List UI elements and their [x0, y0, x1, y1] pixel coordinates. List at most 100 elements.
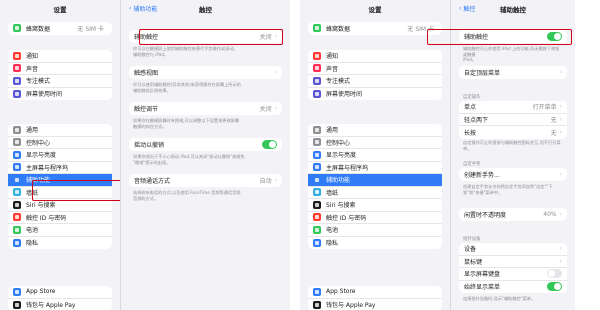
audio-routing-row[interactable]: 音频通话方式 自动 › [129, 174, 282, 187]
sidebar-item[interactable]: 声音 [8, 63, 112, 75]
sidebar-group-notifications: 通知 声音 专注模式屏幕使用时间 [8, 50, 112, 100]
hand-icon [313, 238, 321, 247]
sidebar-item[interactable]: 专注模式 [8, 75, 112, 88]
sidebar-item-label: 通知 [326, 53, 339, 61]
sidebar-item[interactable]: Siri 与搜索 [308, 199, 442, 212]
pointer-devices-group: 设备 › 鼠标键 › 显示屏幕键盘 始终显示菜单 [459, 243, 567, 293]
audio-routing-group: 音频通话方式 自动 › [129, 174, 282, 187]
sidebar-item[interactable]: 通用 [308, 124, 442, 137]
bell-icon [313, 51, 321, 60]
devices-row[interactable]: 设备 › [459, 243, 567, 256]
section-pointer-devices: 指针设备 [463, 237, 481, 242]
fingerprint-icon [313, 213, 321, 222]
sidebar-item-label: 电池 [326, 227, 339, 235]
sidebar-item-label: 声音 [326, 65, 339, 73]
settings-sidebar-right: 设置 蜂窝数据 无 SIM 卡 通知 声音 专注模式 屏幕使用时间 通用 控制中心 显示与… [300, 0, 450, 310]
battery-icon [313, 225, 321, 234]
hourglass-icon [313, 89, 321, 98]
sidebar-item-label: 屏幕使用时间 [26, 91, 63, 99]
battery-icon [13, 225, 21, 234]
sidebar-item[interactable]: 通用 [8, 124, 112, 137]
sidebar-item[interactable]: 屏幕使用时间 [8, 88, 112, 101]
customize-top-menu-row[interactable]: 自定顶层菜单 › [459, 66, 567, 79]
shake-to-undo-toggle[interactable] [262, 139, 277, 149]
mouse-keys-row[interactable]: 鼠标键 › [459, 256, 567, 268]
sidebar-item[interactable]: 专注模式 [308, 75, 442, 88]
sidebar-item[interactable]: 主屏幕与程序坞 [308, 162, 442, 174]
sidebar-item-label: 屏幕使用时间 [326, 91, 363, 99]
hand-icon [13, 238, 21, 247]
cellular-group: 蜂窝数据 无 SIM 卡 [8, 22, 112, 35]
touch-accommodations-row[interactable]: 触控调节 关闭 › [129, 102, 282, 115]
sidebar-item[interactable]: 辅助功能 [308, 174, 442, 187]
onscreen-keyboard-toggle[interactable] [547, 269, 562, 279]
long-press-row[interactable]: 长按 无 › [459, 126, 567, 139]
wallet-icon [313, 300, 321, 309]
haptic-note: 你可以使用辅助触控(而非其他)来获得操作在屏幕上所示的 辅助触觉反馈效果。 [133, 82, 241, 93]
sidebar-item[interactable]: 墙纸 [308, 187, 442, 199]
siri-icon [13, 200, 21, 209]
gear-icon [13, 125, 21, 134]
double-tap-row[interactable]: 轻点两下 无 › [459, 114, 567, 126]
sidebar-item[interactable]: 电池 [308, 224, 442, 237]
sidebar-group-store: App Store 钱包与 Apple Pay [308, 286, 442, 310]
chevron-right-icon: › [559, 115, 562, 123]
toggles-icon [13, 138, 21, 147]
appstore-icon [13, 287, 21, 296]
moon-icon [13, 76, 21, 85]
sidebar-item[interactable]: 显示与亮度 [8, 149, 112, 162]
haptic-touch-row[interactable]: 触感视图 › [129, 66, 282, 79]
sidebar-group-general: 通用 控制中心 显示与亮度主屏幕与程序坞辅助功能 墙纸 Siri 与搜索 触控 ID 与密… [308, 124, 442, 249]
single-tap-row[interactable]: 单点 打开菜单 › [459, 101, 567, 114]
create-gesture-row[interactable]: 创建新手势... › [459, 168, 567, 181]
sidebar-item-label: 主屏幕与程序坞 [26, 164, 69, 172]
speaker-icon [13, 64, 21, 73]
sun-icon [313, 150, 321, 159]
section-custom-gestures: 自定手势 [463, 162, 481, 167]
sidebar-item[interactable]: 电池 [8, 224, 112, 237]
custom-menu-group: 自定顶层菜单 › [459, 66, 567, 79]
flower-icon [313, 188, 321, 197]
sidebar-item-label: 通用 [26, 127, 39, 135]
sidebar-item[interactable]: 显示与亮度 [308, 149, 442, 162]
sidebar-item[interactable]: App Store [308, 286, 442, 299]
sidebar-item[interactable]: 通知 [8, 50, 112, 63]
flower-icon [13, 188, 21, 197]
chevron-right-icon: › [274, 68, 277, 76]
sidebar-item-label: 专注模式 [326, 78, 351, 86]
sidebar-item-label: App Store [326, 288, 356, 296]
sidebar-item[interactable]: 触控 ID 与密码 [8, 212, 112, 224]
accessibility-icon [313, 175, 321, 184]
sidebar-item-cellular[interactable]: 蜂窝数据 无 SIM 卡 [308, 22, 442, 35]
sidebar-item[interactable]: 控制中心 [8, 137, 112, 149]
sidebar-item-label: 主屏幕与程序坞 [326, 164, 369, 172]
sidebar-item[interactable]: 通知 [308, 50, 442, 63]
sidebar-item[interactable]: 主屏幕与程序坞 [8, 162, 112, 174]
bell-icon [13, 51, 21, 60]
sidebar-item[interactable]: 控制中心 [308, 137, 442, 149]
toggles-icon [313, 138, 321, 147]
wallet-icon [13, 300, 21, 309]
idle-opacity-row[interactable]: 闲置时不透明度 40% › [459, 208, 567, 221]
chevron-right-icon: › [559, 170, 562, 178]
sidebar-item[interactable]: 声音 [308, 63, 442, 75]
sidebar-group-store: App Store 钱包与 Apple Pay [8, 286, 112, 310]
chevron-right-icon: › [559, 128, 562, 136]
touch-settings-panel: ‹ 辅助功能 触控 辅助触控 关闭 › 你可以在触摸屏上使用辅助触控来替代手势操… [120, 0, 290, 310]
always-show-menu-toggle[interactable] [547, 282, 562, 292]
sidebar-item-cellular[interactable]: 蜂窝数据 无 SIM 卡 [8, 22, 112, 35]
cellular-group: 蜂窝数据 无 SIM 卡 [308, 22, 442, 35]
chevron-right-icon: › [559, 103, 562, 111]
sidebar-item-label: 隐私 [326, 240, 339, 248]
custom-actions-note: 自定操作可让你直接与辅助触控图标交互,而不打开菜单。 [463, 140, 561, 151]
sidebar-item[interactable]: App Store [8, 286, 112, 299]
sun-icon [13, 150, 21, 159]
sidebar-item[interactable]: 钱包与 Apple Pay [308, 299, 442, 310]
sidebar-item[interactable]: 隐私 [308, 237, 442, 250]
sidebar-item[interactable]: 触控 ID 与密码 [308, 212, 442, 224]
sidebar-item[interactable]: 钱包与 Apple Pay [8, 299, 112, 310]
gear-icon [313, 125, 321, 134]
sidebar-item[interactable]: 屏幕使用时间 [308, 88, 442, 101]
sidebar-item-label: 控制中心 [26, 139, 51, 147]
sidebar-item[interactable]: 隐私 [8, 237, 112, 250]
